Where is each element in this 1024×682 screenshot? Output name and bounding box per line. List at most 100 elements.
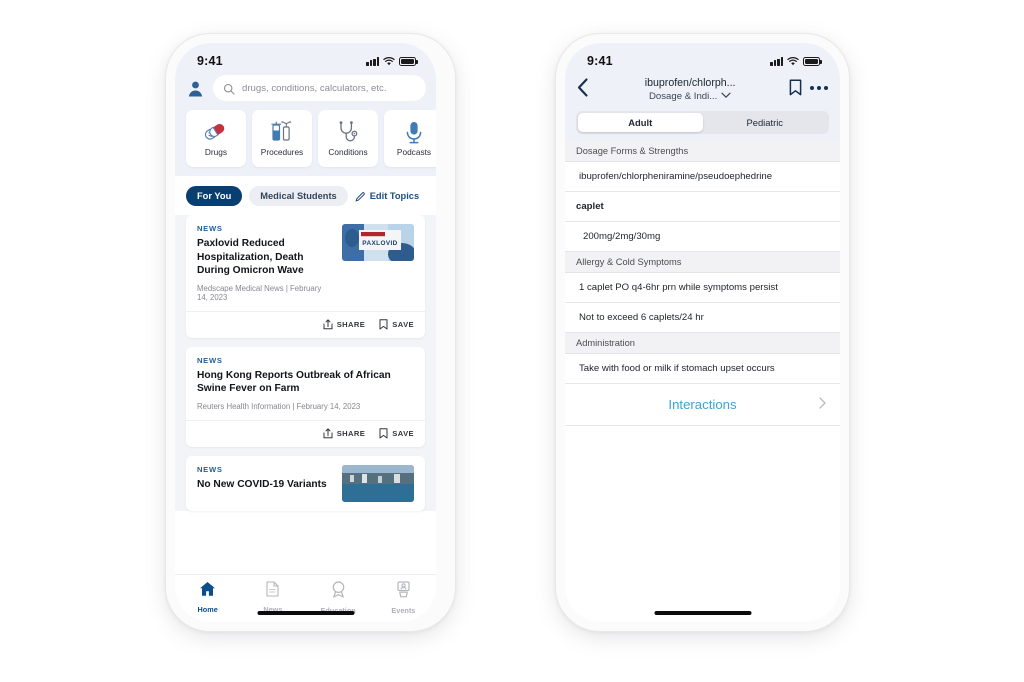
- news-kicker: NEWS: [197, 464, 223, 474]
- phone2-screen: 9:41 ibuprofen/chlorph... Dosage & Indi.…: [565, 43, 840, 622]
- share-button[interactable]: SHARE: [323, 319, 366, 330]
- page-subtitle-label: Dosage & Indi...: [648, 91, 718, 102]
- detail-nav-bar: ibuprofen/chlorph... Dosage & Indi...: [565, 73, 840, 111]
- page-subtitle[interactable]: Dosage & Indi...: [599, 91, 781, 103]
- news-card[interactable]: NEWS No New COVID-19 Variants: [186, 455, 425, 511]
- detail-title-block[interactable]: ibuprofen/chlorph... Dosage & Indi...: [599, 73, 781, 103]
- news-card[interactable]: NEWS Paxlovid Reduced Hospitalization, D…: [186, 215, 425, 338]
- home-search-header: drugs, conditions, calculators, etc.: [175, 73, 436, 110]
- chevron-left-icon[interactable]: [577, 78, 591, 98]
- topic-chip-medical-students[interactable]: Medical Students: [249, 186, 348, 206]
- news-card-actions: SHARE SAVE: [186, 419, 425, 447]
- news-kicker: NEWS: [197, 355, 223, 365]
- quick-tile-conditions[interactable]: Conditions: [318, 110, 378, 167]
- home-indicator: [257, 611, 354, 615]
- phone1-screen: 9:41 drugs, conditions, calculators, etc…: [175, 43, 436, 622]
- tab-events[interactable]: Events: [371, 581, 436, 615]
- battery-full-icon: [399, 57, 418, 66]
- list-item[interactable]: Not to exceed 6 caplets/24 hr: [565, 303, 840, 333]
- tab-news[interactable]: News: [240, 581, 305, 614]
- phone2-screen-bezel: 9:41 ibuprofen/chlorph... Dosage & Indi.…: [565, 43, 840, 622]
- quick-tile-procedures[interactable]: Procedures: [252, 110, 312, 167]
- quick-tile-label: Conditions: [328, 147, 368, 157]
- chevron-down-icon: [721, 91, 731, 103]
- news-headline: Hong Kong Reports Outbreak of African Sw…: [197, 369, 391, 395]
- bookmark-icon: [379, 319, 388, 330]
- search-input[interactable]: drugs, conditions, calculators, etc.: [213, 75, 426, 101]
- share-label: SHARE: [336, 320, 366, 330]
- search-placeholder: drugs, conditions, calculators, etc.: [242, 82, 387, 94]
- tab-label: Home: [197, 605, 218, 614]
- segmented-control[interactable]: Adult Pediatric: [576, 110, 829, 134]
- quick-tile-drugs[interactable]: Drugs: [186, 110, 246, 167]
- topic-chip-row: For You Medical Students Edit Topics: [175, 176, 436, 215]
- news-card-text: NEWS Paxlovid Reduced Hospitalization, D…: [197, 224, 333, 302]
- syringe-procedures-icon: [269, 120, 295, 144]
- share-label: SHARE: [336, 429, 366, 439]
- cellular-bars-icon: [366, 56, 379, 66]
- save-label: SAVE: [392, 429, 414, 439]
- bookmark-icon[interactable]: [789, 79, 802, 96]
- svg-text:PAXLOVID: PAXLOVID: [362, 240, 397, 247]
- save-button[interactable]: SAVE: [379, 319, 414, 330]
- list-item[interactable]: 1 caplet PO q4-6hr prn while symptoms pe…: [565, 273, 840, 303]
- microphone-icon: [404, 120, 424, 144]
- news-card-body: NEWS Paxlovid Reduced Hospitalization, D…: [186, 215, 425, 311]
- list-item[interactable]: 200mg/2mg/30mg: [565, 222, 840, 252]
- news-card-text: NEWS Hong Kong Reports Outbreak of Afric…: [197, 356, 414, 411]
- battery-full-icon: [803, 57, 822, 66]
- news-card-body: NEWS Hong Kong Reports Outbreak of Afric…: [186, 347, 425, 420]
- tab-education[interactable]: Education: [306, 581, 371, 615]
- quick-tile-podcasts[interactable]: Podcasts: [384, 110, 436, 167]
- stethoscope-icon: [336, 120, 361, 144]
- list-item[interactable]: ibuprofen/chlorpheniramine/pseudoephedri…: [565, 162, 840, 192]
- bookmark-icon: [379, 428, 388, 439]
- segment-pediatric[interactable]: Pediatric: [703, 113, 828, 132]
- page-title: ibuprofen/chlorph...: [644, 77, 736, 89]
- news-headline: No New COVID-19 Variants: [197, 478, 327, 490]
- list-item[interactable]: Take with food or milk if stomach upset …: [565, 354, 840, 384]
- document-news-icon: [265, 581, 280, 602]
- phone-mockup-home: 9:41 drugs, conditions, calculators, etc…: [166, 34, 455, 631]
- share-button[interactable]: SHARE: [323, 428, 366, 439]
- share-icon: [323, 319, 333, 330]
- share-icon: [323, 428, 333, 439]
- more-horizontal-icon[interactable]: [810, 85, 828, 91]
- news-card-text: NEWS No New COVID-19 Variants: [197, 465, 333, 502]
- topic-chip-for-you[interactable]: For You: [186, 186, 243, 206]
- phone-mockup-drug-detail: 9:41 ibuprofen/chlorph... Dosage & Indi.…: [556, 34, 849, 631]
- edit-topics-button[interactable]: Edit Topics: [355, 191, 419, 202]
- status-bar: 9:41: [565, 43, 840, 73]
- home-indicator: [654, 611, 751, 615]
- section-header: Allergy & Cold Symptoms: [565, 251, 840, 273]
- quick-access-row: Drugs Procedures Conditions Podcasts: [175, 110, 436, 176]
- news-kicker: NEWS: [197, 224, 223, 233]
- segment-adult[interactable]: Adult: [578, 112, 703, 132]
- news-card-actions: SHARE SAVE: [186, 310, 425, 338]
- section-header: Administration: [565, 332, 840, 354]
- tab-label: Events: [391, 606, 416, 615]
- news-thumbnail-paxlovid: PAXLOVID: [342, 224, 414, 261]
- news-byline: Medscape Medical News | February 14, 202…: [197, 283, 322, 302]
- interactions-row[interactable]: Interactions: [565, 384, 840, 426]
- user-avatar-icon[interactable]: [186, 79, 205, 98]
- dosage-list: Dosage Forms & Strengths ibuprofen/chlor…: [565, 140, 840, 426]
- cellular-bars-icon: [770, 56, 783, 66]
- pills-capsule-icon: [203, 120, 229, 144]
- status-icons: [770, 56, 822, 66]
- news-card[interactable]: NEWS Hong Kong Reports Outbreak of Afric…: [186, 346, 425, 447]
- quick-tile-label: Procedures: [260, 147, 304, 157]
- edit-topics-label: Edit Topics: [369, 191, 420, 201]
- screenshot-canvas: 9:41 drugs, conditions, calculators, etc…: [0, 0, 1024, 682]
- news-byline: Reuters Health Information | February 14…: [197, 401, 361, 411]
- home-icon: [199, 581, 216, 602]
- phone1-screen-bezel: 9:41 drugs, conditions, calculators, etc…: [175, 43, 436, 622]
- news-thumbnail-harbor: [342, 464, 414, 502]
- news-card-body: NEWS No New COVID-19 Variants: [186, 456, 425, 511]
- quick-access-tiles[interactable]: Drugs Procedures Conditions Podcasts: [186, 110, 436, 167]
- tab-home[interactable]: Home: [175, 581, 240, 614]
- quick-tile-label: Podcasts: [396, 147, 432, 157]
- save-button[interactable]: SAVE: [379, 428, 414, 439]
- wifi-icon: [787, 56, 799, 66]
- status-time: 9:41: [197, 54, 223, 68]
